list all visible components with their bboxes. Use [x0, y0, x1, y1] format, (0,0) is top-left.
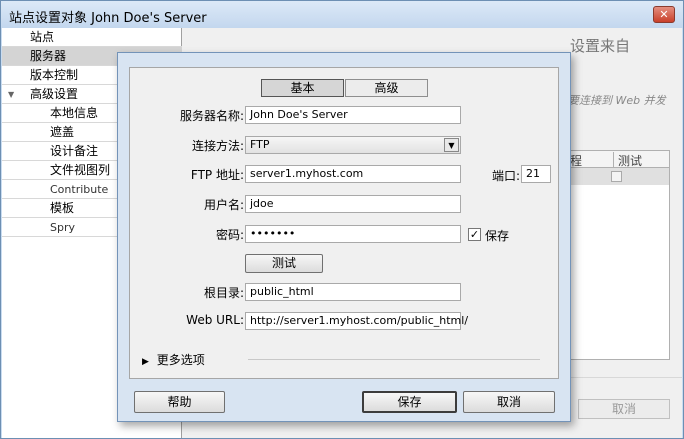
expand-arrow-icon[interactable]: ▼ — [8, 85, 14, 104]
password-input[interactable]: ••••••• — [245, 225, 461, 243]
close-icon[interactable]: ✕ — [653, 6, 675, 23]
save-password-checkbox[interactable]: ✓ — [468, 228, 481, 241]
web-url-input[interactable]: http://server1.myhost.com/public_html/ — [245, 312, 468, 330]
column-header-test: 测试 — [613, 152, 642, 168]
site-setup-window: 站点设置对象 John Doe's Server ✕ 站点 服务器 版本控制 ▼… — [0, 0, 684, 439]
window-content: 站点 服务器 版本控制 ▼ 高级设置 本地信息 遮盖 设计备注 文件视图列 Co… — [2, 28, 682, 438]
expand-triangle-icon: ▶ — [142, 357, 149, 367]
ftp-address-input[interactable]: server1.myhost.com — [245, 165, 461, 183]
table-header: 程 测试 — [569, 151, 669, 168]
column-header-remote: 程 — [570, 154, 583, 168]
settings-panel: 基本 高级 服务器名称: John Doe's Server 连接方法: FTP… — [129, 67, 559, 379]
tree-item-site[interactable]: 站点 — [2, 28, 182, 47]
server-name-label: 服务器名称: — [179, 109, 244, 123]
more-options-label: 更多选项 — [156, 353, 205, 367]
tree-item-label: 高级设置 — [30, 87, 79, 101]
more-options-toggle[interactable]: ▶ 更多选项 — [142, 351, 205, 368]
username-label: 用户名: — [203, 198, 244, 212]
divider — [248, 359, 540, 360]
tab-basic[interactable]: 基本 — [261, 79, 344, 97]
save-password-label: 保存 — [485, 229, 510, 243]
test-connection-button[interactable]: 测试 — [245, 254, 323, 273]
server-list-table[interactable]: 程 测试 — [568, 150, 670, 360]
root-directory-input[interactable]: public_html — [245, 283, 461, 301]
server-edit-dialog: 基本 高级 服务器名称: John Doe's Server 连接方法: FTP… — [117, 52, 571, 422]
port-input[interactable]: 21 — [521, 165, 551, 183]
root-directory-label: 根目录: — [203, 286, 244, 300]
tab-advanced[interactable]: 高级 — [345, 79, 428, 97]
connect-method-value: FTP — [250, 138, 270, 151]
window-title: 站点设置对象 John Doe's Server — [9, 11, 207, 26]
ftp-address-label: FTP 地址: — [190, 168, 244, 182]
bg-cancel-button[interactable]: 取消 — [578, 399, 670, 419]
web-url-label: Web URL: — [186, 313, 244, 327]
dropdown-arrow-icon[interactable]: ▼ — [444, 138, 459, 152]
connect-method-select[interactable]: FTP ▼ — [245, 136, 461, 154]
server-name-input[interactable]: John Doe's Server — [245, 106, 461, 124]
test-checkbox[interactable] — [611, 171, 622, 182]
servers-heading: 设置来自 — [570, 37, 631, 55]
cancel-button[interactable]: 取消 — [463, 391, 555, 413]
username-input[interactable]: jdoe — [245, 195, 461, 213]
title-bar: 站点设置对象 John Doe's Server ✕ — [1, 1, 683, 28]
table-row[interactable] — [569, 168, 669, 185]
help-button[interactable]: 帮助 — [134, 391, 225, 413]
connect-method-label: 连接方法: — [191, 139, 244, 153]
password-label: 密码: — [215, 228, 244, 242]
port-label: 端口: — [491, 169, 520, 183]
save-button[interactable]: 保存 — [362, 391, 457, 413]
servers-description: 要连接到 Web 并发 — [568, 94, 666, 107]
